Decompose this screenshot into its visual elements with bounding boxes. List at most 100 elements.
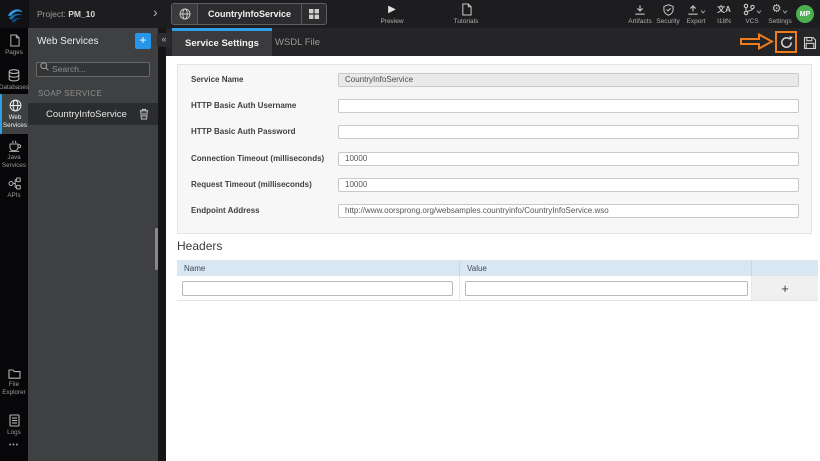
save-button[interactable] bbox=[802, 35, 817, 50]
headers-section-title: Headers bbox=[177, 239, 223, 253]
trash-icon[interactable] bbox=[139, 108, 149, 120]
gear-icon: ⚙ bbox=[771, 3, 782, 15]
settings-button[interactable]: ⚙ Settings bbox=[766, 3, 794, 25]
export-button[interactable]: Export bbox=[682, 3, 710, 25]
play-icon: ▶ bbox=[388, 3, 396, 15]
tab-wsdl-file[interactable]: WSDL File bbox=[264, 28, 331, 56]
security-button[interactable]: Security bbox=[654, 3, 682, 25]
endpoint-address-input[interactable] bbox=[338, 203, 799, 218]
vcs-button[interactable]: VCS bbox=[738, 3, 766, 25]
service-settings-form: Service Name HTTP Basic Auth Username HT… bbox=[177, 64, 812, 234]
folder-icon bbox=[7, 369, 21, 379]
project-label: Project: bbox=[37, 9, 66, 19]
web-services-panel: Web Services + SOAP SERVICE CountryInfoS… bbox=[28, 28, 158, 461]
preview-button[interactable]: ▶ Preview bbox=[377, 3, 407, 26]
field-label-auth-username: HTTP Basic Auth Username bbox=[191, 101, 297, 110]
headers-table-row: + bbox=[177, 276, 818, 300]
add-header-button[interactable]: + bbox=[781, 282, 789, 295]
reload-service-button[interactable] bbox=[775, 31, 797, 53]
tab-service-settings[interactable]: Service Settings bbox=[172, 28, 272, 56]
export-label: Export bbox=[686, 18, 706, 25]
column-header-name: Name bbox=[177, 260, 460, 276]
service-switcher-button[interactable] bbox=[301, 4, 326, 24]
download-icon bbox=[635, 4, 645, 15]
service-settings-content: Service Name HTTP Basic Auth Username HT… bbox=[166, 56, 820, 461]
request-timeout-input[interactable] bbox=[338, 177, 799, 192]
panel-title: Web Services bbox=[37, 35, 99, 47]
page-icon bbox=[9, 34, 20, 47]
auth-username-input[interactable] bbox=[338, 98, 799, 113]
refresh-icon bbox=[780, 35, 793, 48]
collapse-panel-button[interactable]: « bbox=[157, 33, 171, 47]
chevron-right-icon: › bbox=[153, 4, 158, 20]
sidebar-item-pages[interactable]: Pages bbox=[0, 34, 28, 57]
search-icon bbox=[40, 62, 49, 71]
api-connector-icon bbox=[8, 177, 21, 190]
add-service-button[interactable]: + bbox=[135, 33, 151, 49]
service-list-item[interactable]: CountryInfoService bbox=[28, 103, 158, 125]
field-label-service-name: Service Name bbox=[191, 75, 244, 84]
sidebar-item-file-explorer[interactable]: File Explorer bbox=[0, 368, 28, 396]
i18n-label: I18N bbox=[717, 18, 731, 25]
panel-scrollbar-thumb[interactable] bbox=[155, 228, 158, 270]
annotation-arrow bbox=[740, 33, 774, 50]
sidebar-item-label: APIs bbox=[7, 192, 21, 199]
field-label-connection-timeout: Connection Timeout (milliseconds) bbox=[191, 154, 325, 163]
settings-label: Settings bbox=[768, 18, 792, 25]
topbar-right-actions: Artifacts Security Export 文A I18N VCS ⚙ … bbox=[626, 3, 794, 25]
soap-service-section-label: SOAP SERVICE bbox=[38, 89, 103, 98]
vcs-label: VCS bbox=[745, 18, 759, 25]
auth-password-input[interactable] bbox=[338, 124, 799, 139]
service-tab[interactable]: CountryInfoService bbox=[171, 3, 328, 25]
security-label: Security bbox=[656, 18, 680, 25]
search-input[interactable] bbox=[36, 61, 150, 77]
tutorials-label: Tutorials bbox=[453, 18, 479, 25]
save-floppy-icon bbox=[803, 36, 816, 49]
top-bar: Project: PM_10 › CountryInfoService ▶ Pr… bbox=[0, 0, 820, 28]
log-file-icon bbox=[8, 414, 20, 427]
headers-table: Name Value + bbox=[177, 260, 818, 301]
sidebar-item-java-services[interactable]: Java Services bbox=[0, 140, 28, 169]
header-value-input[interactable] bbox=[465, 280, 748, 296]
upload-icon bbox=[687, 4, 698, 15]
translate-icon: 文A bbox=[717, 5, 731, 14]
app-logo[interactable] bbox=[0, 0, 29, 28]
coffee-icon bbox=[8, 140, 21, 152]
grid-icon bbox=[309, 9, 320, 19]
wavemaker-logo-icon bbox=[7, 9, 22, 23]
sidebar-item-databases[interactable]: Databases bbox=[0, 69, 30, 92]
sidebar-item-label: File Explorer bbox=[2, 381, 26, 396]
field-label-auth-password: HTTP Basic Auth Password bbox=[191, 127, 296, 136]
more-menu-button[interactable]: ••• bbox=[0, 442, 28, 449]
chevron-down-icon bbox=[783, 10, 788, 14]
preview-label: Preview bbox=[380, 18, 404, 25]
branch-icon bbox=[743, 3, 755, 16]
i18n-button[interactable]: 文A I18N bbox=[710, 3, 738, 25]
column-header-actions bbox=[752, 260, 818, 276]
project-breadcrumb: Project: PM_10 bbox=[37, 9, 95, 19]
sidebar-item-apis[interactable]: APIs bbox=[0, 177, 28, 200]
connection-timeout-input[interactable] bbox=[338, 151, 799, 166]
globe-icon bbox=[179, 8, 190, 20]
chevron-down-icon bbox=[700, 10, 705, 14]
sidebar-item-label: Logs bbox=[7, 429, 21, 436]
header-name-input[interactable] bbox=[182, 280, 453, 296]
panel-gutter bbox=[158, 28, 166, 461]
sidebar-item-web-services[interactable]: Web Services bbox=[0, 94, 28, 135]
sidebar-item-label: Java Services bbox=[1, 154, 27, 169]
globe-icon bbox=[9, 99, 21, 112]
sidebar-item-logs[interactable]: Logs bbox=[0, 414, 28, 437]
shield-icon bbox=[662, 3, 674, 16]
database-icon bbox=[8, 69, 20, 82]
user-avatar[interactable]: MP bbox=[796, 5, 814, 23]
project-name: PM_10 bbox=[68, 9, 96, 19]
service-tab-name: CountryInfoService bbox=[208, 9, 292, 19]
editor-tab-bar: Service Settings WSDL File bbox=[166, 28, 820, 56]
column-header-value: Value bbox=[460, 260, 752, 276]
tutorials-button[interactable]: Tutorials bbox=[451, 3, 481, 25]
artifacts-button[interactable]: Artifacts bbox=[626, 3, 654, 25]
sidebar-item-label: Databases bbox=[0, 84, 30, 91]
chevron-down-icon bbox=[756, 10, 761, 14]
left-rail: Pages Databases Web Services Java Servic… bbox=[0, 28, 30, 461]
sidebar-item-label: Web Services bbox=[2, 114, 28, 129]
